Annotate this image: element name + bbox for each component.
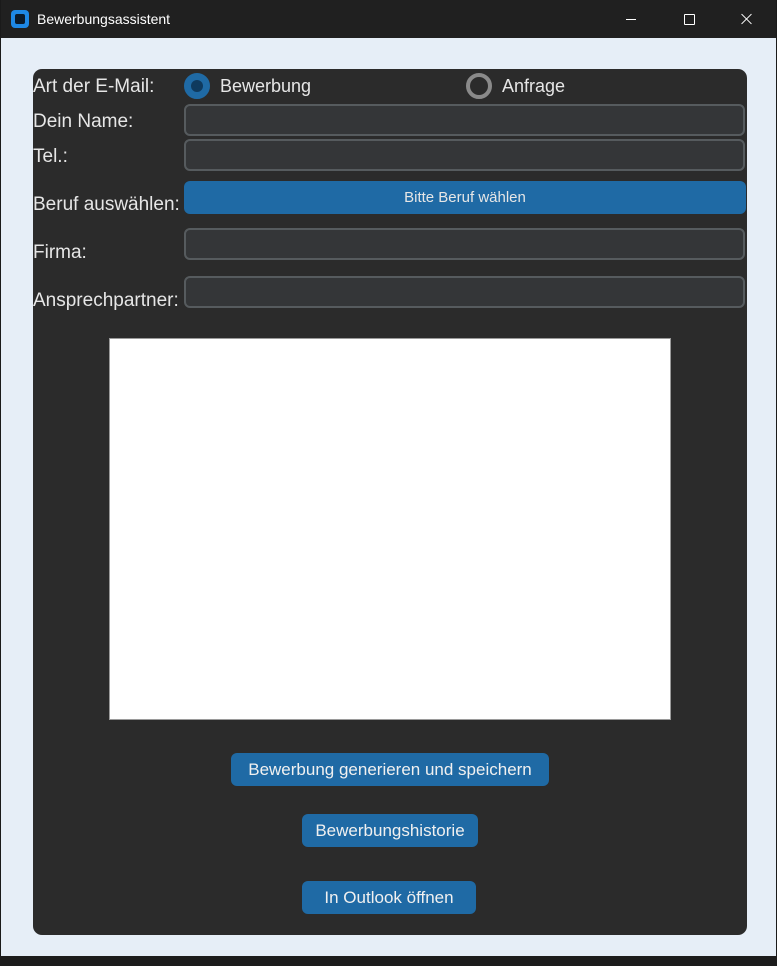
name-input[interactable]	[184, 104, 745, 136]
close-button[interactable]	[718, 0, 776, 38]
job-select-button[interactable]: Bitte Beruf wählen	[184, 181, 746, 214]
maximize-button[interactable]	[660, 0, 718, 38]
maximize-icon	[683, 13, 695, 25]
radio-anfrage[interactable]	[466, 73, 492, 99]
radio-bewerbung-label[interactable]: Bewerbung	[220, 76, 311, 97]
app-icon	[11, 10, 29, 28]
window-title: Bewerbungsassistent	[37, 11, 171, 27]
phone-label: Tel.:	[33, 146, 68, 167]
minimize-button[interactable]	[602, 0, 660, 38]
open-outlook-button[interactable]: In Outlook öffnen	[302, 881, 476, 914]
history-button[interactable]: Bewerbungshistorie	[302, 814, 478, 847]
contact-input[interactable]	[184, 276, 745, 308]
title-bar[interactable]: Bewerbungsassistent	[1, 0, 776, 38]
generate-save-button[interactable]: Bewerbung generieren und speichern	[231, 753, 549, 786]
close-icon	[741, 13, 753, 25]
company-input[interactable]	[184, 228, 745, 260]
app-window: Bewerbungsassistent Art der E-Mail: Bewe…	[0, 0, 777, 956]
radio-bewerbung[interactable]	[184, 73, 210, 99]
radio-anfrage-label[interactable]: Anfrage	[502, 76, 565, 97]
minimize-icon	[626, 18, 636, 20]
application-text-area[interactable]	[109, 338, 671, 720]
name-label: Dein Name:	[33, 111, 134, 132]
email-type-label: Art der E-Mail:	[33, 76, 155, 97]
contact-label: Ansprechpartner:	[33, 290, 179, 311]
taskbar	[0, 956, 777, 966]
phone-input[interactable]	[184, 139, 745, 171]
job-label: Beruf auswählen:	[33, 194, 180, 215]
company-label: Firma:	[33, 242, 87, 263]
